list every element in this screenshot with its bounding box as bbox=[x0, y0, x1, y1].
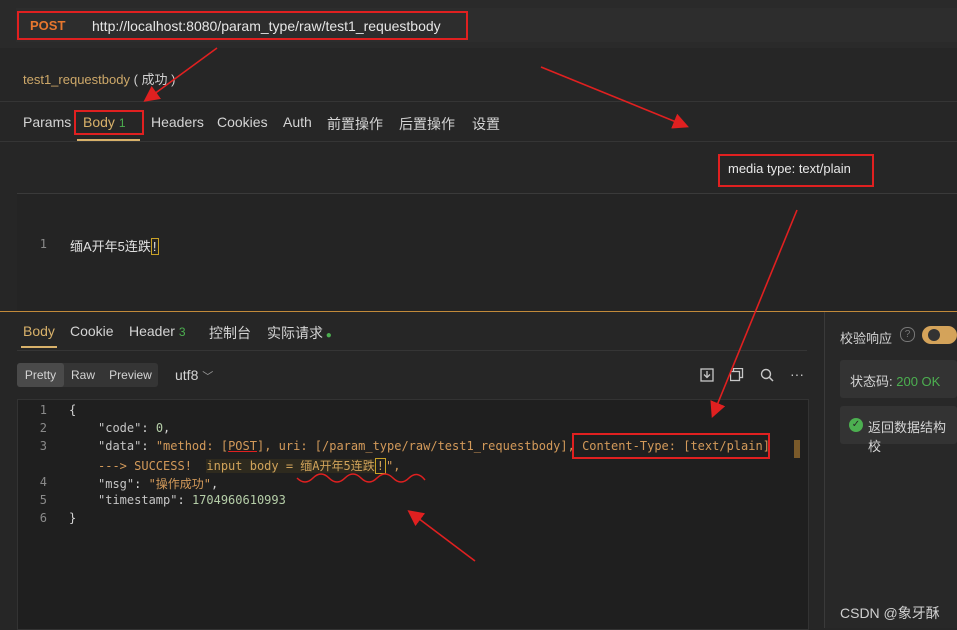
annotation-arrows bbox=[143, 47, 798, 562]
watermark: CSDN @象牙酥 bbox=[840, 605, 940, 621]
